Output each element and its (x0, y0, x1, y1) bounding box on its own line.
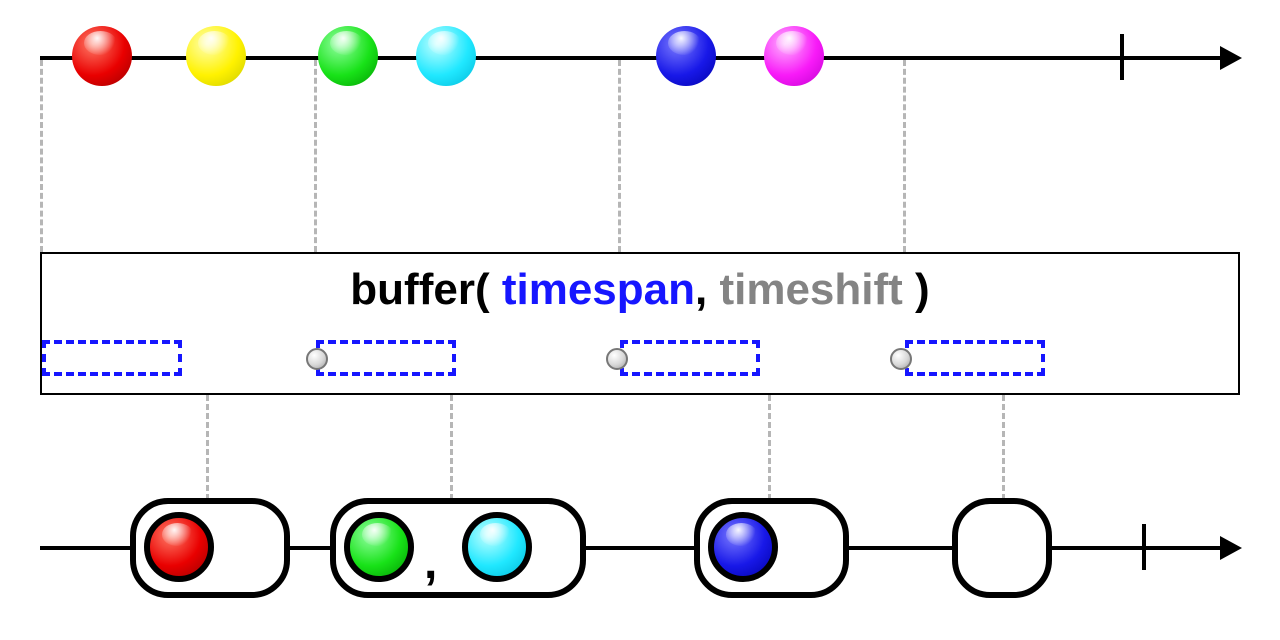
timeshift-tick (618, 60, 621, 252)
timeshift-tick (314, 60, 317, 252)
input-marble-cyan (416, 26, 476, 86)
marble-diagram: buffer( timespan, timeshift ) , (0, 0, 1280, 640)
output-marble-red (144, 512, 214, 582)
output-marble-cyan (462, 512, 532, 582)
window-start-marker (306, 348, 328, 370)
input-marble-blue (656, 26, 716, 86)
operator-signature: buffer( timespan, timeshift ) (0, 265, 1280, 315)
window-start-marker (890, 348, 912, 370)
output-complete-bar (1142, 524, 1146, 570)
input-marble-green (318, 26, 378, 86)
emit-connector (450, 395, 453, 500)
output-marble-green (344, 512, 414, 582)
input-complete-bar (1120, 34, 1124, 80)
operator-name: buffer( (350, 265, 502, 314)
window-start-marker (606, 348, 628, 370)
output-buffer (952, 498, 1052, 598)
input-marble-yellow (186, 26, 246, 86)
timespan-window (905, 340, 1045, 376)
input-marble-red (72, 26, 132, 86)
emit-connector (1002, 395, 1005, 500)
timeshift-tick (40, 60, 43, 252)
input-marble-magenta (764, 26, 824, 86)
timespan-window (620, 340, 760, 376)
timeshift-tick (903, 60, 906, 252)
emit-connector (206, 395, 209, 500)
operator-param-timespan: timespan (502, 265, 695, 314)
buffer-separator: , (424, 535, 437, 590)
output-marble-blue (708, 512, 778, 582)
emit-connector (768, 395, 771, 500)
timespan-window (316, 340, 456, 376)
operator-param-timeshift: timeshift (719, 265, 902, 314)
timespan-window (42, 340, 182, 376)
